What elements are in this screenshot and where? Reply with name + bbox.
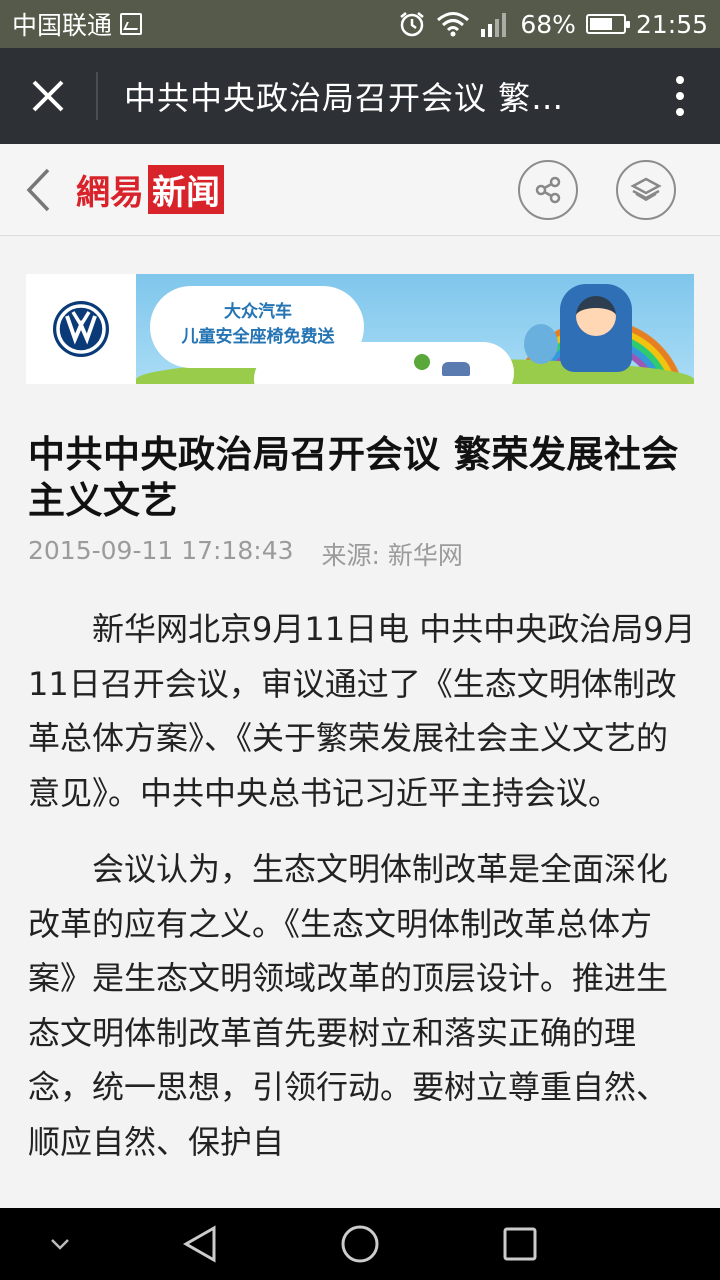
ad-line-2: 儿童安全座椅免费送 bbox=[181, 327, 335, 347]
layers-icon bbox=[630, 177, 662, 201]
child-graphic bbox=[576, 296, 616, 336]
nav-back-button[interactable] bbox=[170, 1208, 230, 1280]
ad-text: 大众汽车 儿童安全座椅免费送 bbox=[160, 300, 356, 350]
circle-home-icon bbox=[341, 1225, 379, 1263]
battery-icon bbox=[585, 14, 630, 34]
layers-button[interactable] bbox=[616, 159, 676, 220]
more-vertical-icon bbox=[676, 76, 684, 116]
carrier-label: 中国联通 bbox=[12, 11, 113, 40]
volkswagen-logo-icon bbox=[53, 301, 109, 357]
article-body: 新华网北京9月11日电 中共中央政治局9月11日召开会议，审议通过了《生态文明体… bbox=[28, 602, 696, 1169]
article-paragraph: 会议认为，生态文明体制改革是全面深化改革的应有之义。《生态文明体制改革总体方案》… bbox=[28, 850, 669, 1161]
close-button[interactable] bbox=[0, 48, 96, 144]
netease-news-logo[interactable]: 網易 新闻 bbox=[76, 165, 224, 214]
wifi-icon bbox=[437, 12, 470, 37]
close-icon bbox=[32, 80, 64, 112]
ad-illustration: 大众汽车 儿童安全座椅免费送 bbox=[136, 274, 694, 384]
nav-recents-button[interactable] bbox=[490, 1208, 550, 1280]
image-notification-icon bbox=[120, 13, 143, 35]
bear-graphic bbox=[524, 324, 558, 364]
triangle-back-icon bbox=[182, 1225, 216, 1263]
chevron-left-icon bbox=[26, 168, 50, 211]
signal-icon bbox=[481, 13, 507, 37]
site-header: 網易 新闻 bbox=[0, 144, 720, 236]
vw-logo-area bbox=[26, 274, 136, 384]
tree-graphic bbox=[414, 354, 430, 370]
share-button[interactable] bbox=[518, 159, 578, 220]
chevron-down-icon bbox=[51, 1239, 69, 1250]
article-datetime: 2015-09-11 17:18:43 bbox=[28, 536, 294, 565]
square-recents-icon bbox=[503, 1227, 537, 1261]
battery-percent: 68% bbox=[520, 9, 576, 39]
alarm-icon bbox=[400, 12, 425, 37]
ad-line-1: 大众汽车 bbox=[224, 302, 292, 322]
logo-text-news: 新闻 bbox=[148, 165, 224, 214]
article: 中共中央政治局召开会议 繁荣发展社会主义文艺 2015-09-11 17:18:… bbox=[28, 432, 696, 1169]
status-bar: 中国联通 68% 21:55 bbox=[0, 0, 720, 48]
clock: 21:55 bbox=[635, 9, 708, 39]
logo-text-netease: 網易 bbox=[76, 173, 144, 213]
system-nav-bar bbox=[0, 1208, 720, 1280]
webview-title-bar: 中共中央政治局召开会议 繁… bbox=[0, 48, 720, 144]
article-source: 来源: 新华网 bbox=[321, 541, 463, 570]
more-options-button[interactable] bbox=[640, 48, 720, 144]
article-title: 中共中央政治局召开会议 繁荣发展社会主义文艺 bbox=[28, 433, 679, 522]
title-divider bbox=[96, 72, 98, 120]
back-button[interactable] bbox=[0, 144, 76, 236]
page-title: 中共中央政治局召开会议 繁… bbox=[124, 79, 565, 117]
hide-keyboard-button[interactable] bbox=[30, 1208, 90, 1280]
car-graphic bbox=[442, 362, 470, 376]
ad-banner[interactable]: 大众汽车 儿童安全座椅免费送 bbox=[26, 274, 694, 384]
article-meta: 2015-09-11 17:18:43 来源: 新华网 bbox=[28, 536, 696, 572]
article-paragraph: 新华网北京9月11日电 中共中央政治局9月11日召开会议，审议通过了《生态文明体… bbox=[28, 610, 696, 812]
nav-home-button[interactable] bbox=[330, 1208, 390, 1280]
share-icon bbox=[535, 176, 561, 203]
